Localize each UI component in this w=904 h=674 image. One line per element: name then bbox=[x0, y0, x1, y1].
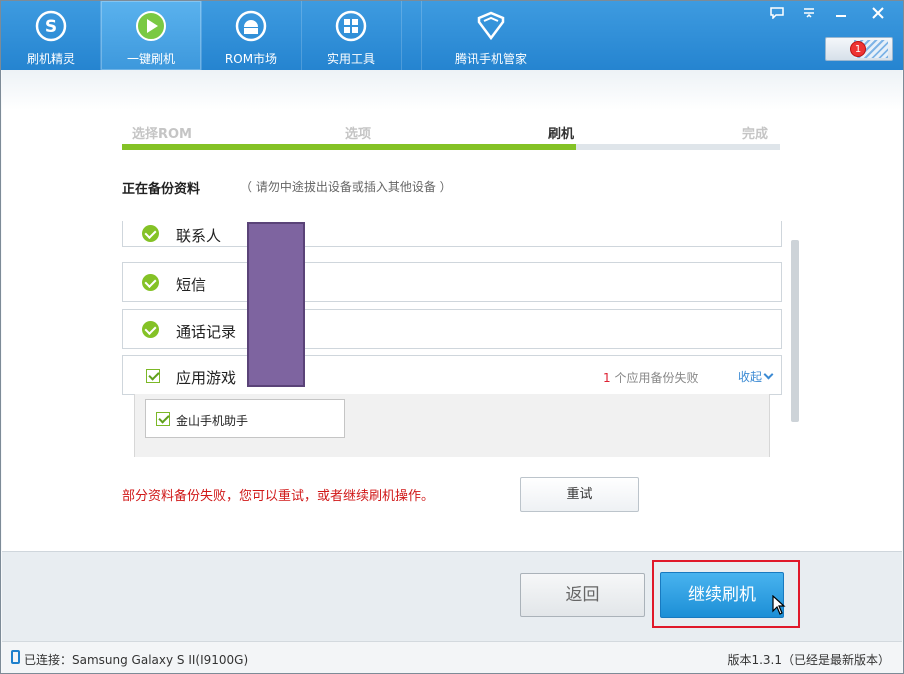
android-icon bbox=[235, 10, 267, 42]
step-select-rom: 选择ROM bbox=[132, 127, 192, 142]
chevron-down-icon bbox=[763, 369, 774, 380]
back-button[interactable]: 返回 bbox=[520, 573, 645, 617]
play-icon bbox=[136, 11, 166, 41]
app-item[interactable]: 金山手机助手 bbox=[145, 399, 345, 438]
app-window: S 刷机精灵 一键刷机 ROM市场 实用工具 腾讯手机管家 1 选择ROM 选项… bbox=[0, 0, 904, 674]
tab-tools[interactable]: 实用工具 bbox=[302, 1, 400, 70]
collapse-label: 收起 bbox=[738, 370, 763, 384]
s-logo-icon: S bbox=[35, 10, 67, 42]
list-item: 联系人 bbox=[122, 221, 782, 247]
main-content: 选择ROM 选项 刷机 完成 正在备份资料 （ 请勿中途拔出设备或插入其他设备 … bbox=[2, 70, 902, 551]
item-label: 短信 bbox=[176, 276, 207, 294]
mouse-cursor-icon bbox=[772, 595, 786, 615]
tab-label: 实用工具 bbox=[326, 52, 375, 66]
tab-label: 腾讯手机管家 bbox=[454, 52, 527, 66]
backup-list[interactable]: 联系人 短信 通话记录 应用游戏 1 个应用备份失败 收起 金山手机助手 bbox=[122, 221, 782, 457]
tab-one-click-flash[interactable]: 一键刷机 bbox=[101, 1, 201, 70]
warning-message: 部分资料备份失败，您可以重试，或者继续刷机操作。 bbox=[122, 489, 435, 504]
section-note: （ 请勿中途拔出设备或插入其他设备 ） bbox=[240, 180, 452, 194]
divider bbox=[201, 1, 202, 70]
continue-flash-button[interactable]: 继续刷机 bbox=[660, 572, 784, 618]
collapse-toggle[interactable]: 收起 bbox=[738, 368, 774, 385]
minimize-icon[interactable] bbox=[828, 3, 854, 23]
top-nav-bar: S 刷机精灵 一键刷机 ROM市场 实用工具 腾讯手机管家 1 bbox=[1, 1, 903, 70]
item-label: 联系人 bbox=[176, 227, 222, 245]
step-flash: 刷机 bbox=[548, 127, 575, 142]
list-item: 通话记录 bbox=[122, 309, 782, 349]
app-group-checkbox[interactable] bbox=[146, 369, 160, 383]
step-options: 选项 bbox=[345, 127, 372, 142]
redaction-box bbox=[247, 222, 305, 387]
tab-label: 一键刷机 bbox=[126, 52, 175, 66]
divider bbox=[301, 1, 302, 70]
tab-label: ROM市场 bbox=[224, 52, 278, 66]
notification-badge: 1 bbox=[850, 41, 866, 57]
tab-rom-market[interactable]: ROM市场 bbox=[202, 1, 300, 70]
status-bar: 已连接：Samsung Galaxy S II(I9100G) 版本1.3.1（… bbox=[2, 641, 902, 673]
app-group-row: 应用游戏 1 个应用备份失败 收起 bbox=[122, 355, 782, 395]
step-done: 完成 bbox=[742, 127, 769, 142]
check-circle-icon bbox=[142, 225, 159, 242]
phone-icon bbox=[11, 650, 20, 664]
app-sublist: 金山手机助手 bbox=[134, 394, 770, 457]
grid-icon bbox=[335, 10, 367, 42]
check-circle-icon bbox=[142, 274, 159, 291]
check-circle-icon bbox=[142, 321, 159, 338]
progress-bar bbox=[122, 144, 780, 150]
tab-label: 刷机精灵 bbox=[26, 52, 75, 66]
svg-text:S: S bbox=[45, 17, 57, 37]
feedback-icon[interactable] bbox=[764, 3, 790, 23]
notification-button[interactable]: 1 bbox=[825, 37, 893, 61]
divider bbox=[401, 1, 402, 70]
divider bbox=[421, 1, 422, 70]
progress-fill bbox=[122, 144, 577, 150]
app-checkbox[interactable] bbox=[156, 412, 170, 426]
close-icon[interactable] bbox=[865, 3, 891, 23]
fail-text: 个应用备份失败 bbox=[614, 371, 699, 385]
app-label: 金山手机助手 bbox=[176, 414, 249, 428]
scrollbar-thumb[interactable] bbox=[791, 240, 799, 422]
version-status: 版本1.3.1（已经是最新版本） bbox=[727, 653, 890, 667]
list-item: 短信 bbox=[122, 262, 782, 302]
tab-flash-wizard[interactable]: S 刷机精灵 bbox=[2, 1, 100, 70]
action-bar: 返回 继续刷机 bbox=[2, 551, 902, 641]
fail-summary: 1 个应用备份失败 bbox=[603, 369, 698, 386]
connection-status: 已连接：Samsung Galaxy S II(I9100G) bbox=[24, 653, 249, 667]
shield-icon bbox=[477, 11, 505, 41]
tab-tencent-manager[interactable]: 腾讯手机管家 bbox=[422, 1, 560, 70]
divider bbox=[100, 1, 101, 70]
retry-button[interactable]: 重试 bbox=[520, 477, 639, 512]
fail-count: 1 bbox=[603, 371, 611, 385]
item-label: 通话记录 bbox=[176, 323, 237, 341]
section-title: 正在备份资料 bbox=[122, 182, 201, 197]
item-label: 应用游戏 bbox=[176, 369, 237, 387]
menu-icon[interactable] bbox=[796, 3, 822, 23]
